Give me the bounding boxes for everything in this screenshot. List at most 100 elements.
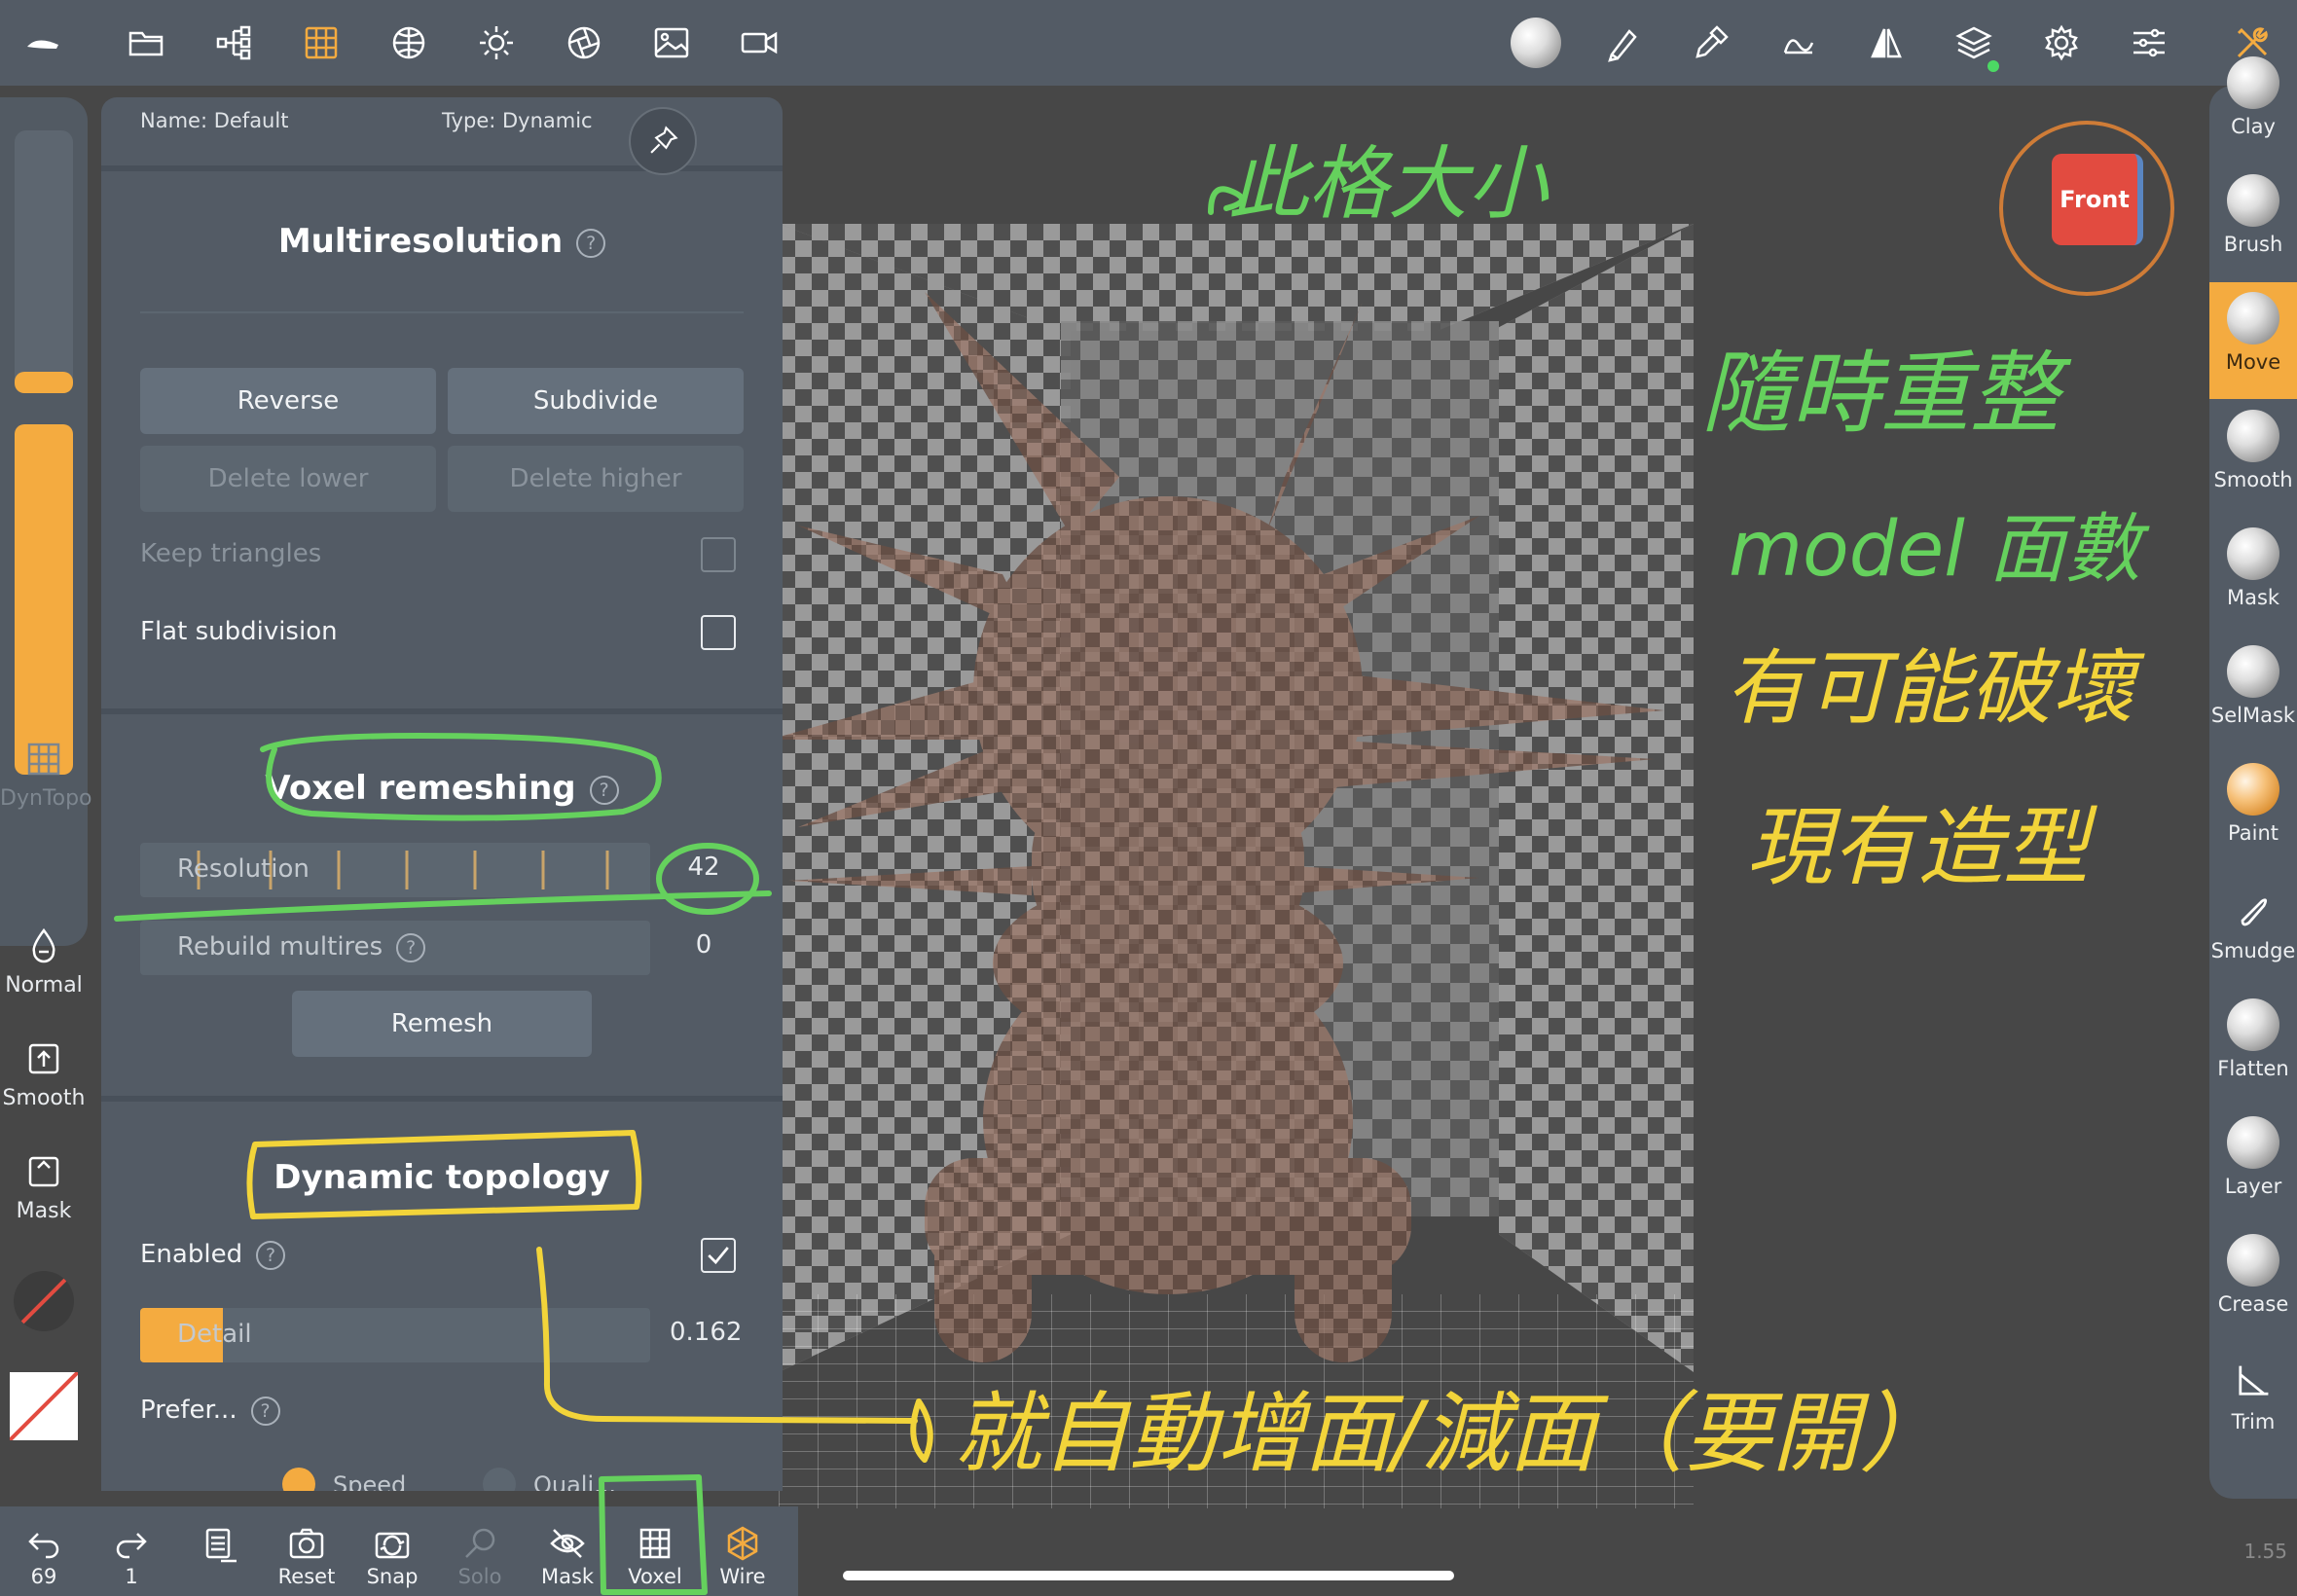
settings-gear-icon[interactable] <box>2032 14 2091 72</box>
brush-label: Crease <box>2217 1292 2289 1316</box>
layer-brush-icon <box>2227 1116 2279 1169</box>
detail-slider[interactable]: Detail <box>140 1308 650 1362</box>
sliders-icon[interactable] <box>2120 14 2178 72</box>
topology-panel: Name: Default Type: Dynamic Multiresolut… <box>101 97 783 1491</box>
annotation-right-line2: model 面數 <box>1729 506 2141 594</box>
object-name: Name: Default <box>140 109 289 132</box>
brush-crease[interactable]: Crease <box>2209 1224 2297 1341</box>
rebuild-help-icon[interactable]: ? <box>396 932 426 962</box>
multires-help-icon[interactable]: ? <box>576 228 606 258</box>
keep-triangles-checkbox[interactable] <box>701 537 736 572</box>
prefer-help-icon[interactable]: ? <box>250 1396 280 1426</box>
reverse-button[interactable]: Reverse <box>140 368 436 434</box>
video-camera-icon[interactable] <box>730 14 788 72</box>
stroke-icon[interactable] <box>1769 14 1828 72</box>
multires-slider-track <box>140 311 744 313</box>
undo-button[interactable]: 69 <box>0 1524 88 1588</box>
brush-label: Clay <box>2231 115 2276 138</box>
scene-tree-icon[interactable] <box>204 14 263 72</box>
enabled-checkbox[interactable] <box>701 1238 736 1273</box>
keep-triangles-label: Keep triangles <box>140 539 322 568</box>
image-icon[interactable] <box>642 14 701 72</box>
camera-shutter-icon[interactable] <box>555 14 613 72</box>
remesh-button[interactable]: Remesh <box>292 991 592 1057</box>
layers-icon[interactable] <box>1945 14 2003 72</box>
brush-label: Flatten <box>2217 1057 2289 1080</box>
left-tool-column: DynTopo Normal Smooth Mask <box>0 86 92 1506</box>
speed-radio[interactable] <box>282 1468 315 1491</box>
material-sphere-icon[interactable] <box>380 14 438 72</box>
voxel-title: Voxel remeshing? <box>101 769 783 808</box>
dyntopo-label: DynTopo <box>0 786 92 811</box>
quality-radio[interactable] <box>483 1468 516 1491</box>
matcap-sphere-icon[interactable] <box>1507 14 1565 72</box>
paint-brush-icon <box>2227 763 2279 816</box>
flatten-brush-icon <box>2227 998 2279 1051</box>
reset-camera-icon <box>289 1528 324 1559</box>
brush-mask[interactable]: Mask <box>2209 518 2297 635</box>
smooth-shortcut-button[interactable]: Smooth <box>0 1039 88 1110</box>
symmetry-icon[interactable] <box>1857 14 1915 72</box>
flat-subdivision-checkbox[interactable] <box>701 615 736 650</box>
snap-button[interactable]: Snap <box>348 1524 436 1588</box>
reset-button[interactable]: Reset <box>263 1524 350 1588</box>
voxel-label: Voxel <box>628 1565 682 1588</box>
radius-slider[interactable] <box>15 130 73 393</box>
brush-layer[interactable]: Layer <box>2209 1106 2297 1223</box>
solo-magnifier-icon <box>465 1528 495 1558</box>
brush-paint[interactable]: Paint <box>2209 753 2297 870</box>
speed-label: Speed <box>333 1471 407 1491</box>
solo-button[interactable]: Solo <box>436 1524 524 1588</box>
pick-dropper-icon[interactable] <box>1682 14 1740 72</box>
brush-pen-icon[interactable] <box>1594 14 1653 72</box>
brush-clay[interactable]: Clay <box>2209 47 2297 163</box>
bottom-toolbar: 69 1 Reset Snap Solo Mask Voxel Wire <box>0 1506 798 1596</box>
brush-label: Layer <box>2224 1175 2282 1198</box>
delete-higher-button[interactable]: Delete higher <box>448 446 744 512</box>
voxel-button[interactable]: Voxel <box>611 1524 699 1588</box>
mask-visibility-button[interactable]: Mask <box>524 1524 611 1588</box>
history-button[interactable] <box>175 1524 263 1565</box>
nomad-logo-icon[interactable] <box>14 14 72 72</box>
pin-panel-button[interactable] <box>629 107 697 175</box>
brush-selmask[interactable]: SelMask <box>2209 635 2297 752</box>
grid-icon[interactable] <box>292 14 350 72</box>
brush-move[interactable]: Move <box>2209 282 2297 399</box>
brush-trim[interactable]: Trim <box>2209 1342 2297 1459</box>
mask-box-icon <box>28 1156 59 1187</box>
delete-lower-button[interactable]: Delete lower <box>140 446 436 512</box>
dyntopo-toggle[interactable]: DynTopo <box>0 740 92 811</box>
resolution-value[interactable]: 42 <box>670 852 738 882</box>
brush-brush[interactable]: Brush <box>2209 164 2297 281</box>
brush-flatten[interactable]: Flatten <box>2209 989 2297 1106</box>
light-sun-icon[interactable] <box>467 14 526 72</box>
enabled-label-text: Enabled <box>140 1240 243 1269</box>
annotation-right-line4: 現有造型 <box>1746 797 2090 897</box>
mask-shortcut-button[interactable]: Mask <box>0 1152 88 1223</box>
color-swatch-round[interactable] <box>14 1271 74 1331</box>
intensity-slider[interactable] <box>15 424 73 775</box>
front-label: Front <box>2060 186 2130 213</box>
zoom-level: 1.55 <box>2243 1540 2287 1563</box>
folder-icon[interactable] <box>117 14 175 72</box>
brush-smooth[interactable]: Smooth <box>2209 400 2297 517</box>
color-swatch-square[interactable] <box>8 1370 80 1442</box>
subdivide-button[interactable]: Subdivide <box>448 368 744 434</box>
normal-label: Normal <box>5 973 83 998</box>
crease-brush-icon <box>2227 1234 2279 1287</box>
enabled-label: Enabled? <box>140 1240 286 1270</box>
brush-smudge[interactable]: Smudge <box>2209 871 2297 988</box>
voxel-help-icon[interactable]: ? <box>589 775 619 805</box>
rebuild-multires-slider[interactable]: Rebuild multires? <box>140 921 650 975</box>
rebuild-multires-value[interactable]: 0 <box>670 930 738 960</box>
wireframe-button[interactable]: Wire <box>699 1524 786 1588</box>
smooth-brush-icon <box>2227 410 2279 462</box>
sculpt-model[interactable] <box>779 282 1694 1372</box>
detail-value[interactable]: 0.162 <box>670 1318 742 1347</box>
orientation-cube[interactable]: Front <box>2052 154 2143 245</box>
normal-mode-button[interactable]: Normal <box>0 926 88 998</box>
annotation-right-line3: 有可能破壞 <box>1725 640 2134 736</box>
resolution-slider[interactable]: Resolution <box>140 843 650 897</box>
redo-button[interactable]: 1 <box>88 1524 175 1588</box>
enabled-help-icon[interactable]: ? <box>256 1240 286 1270</box>
